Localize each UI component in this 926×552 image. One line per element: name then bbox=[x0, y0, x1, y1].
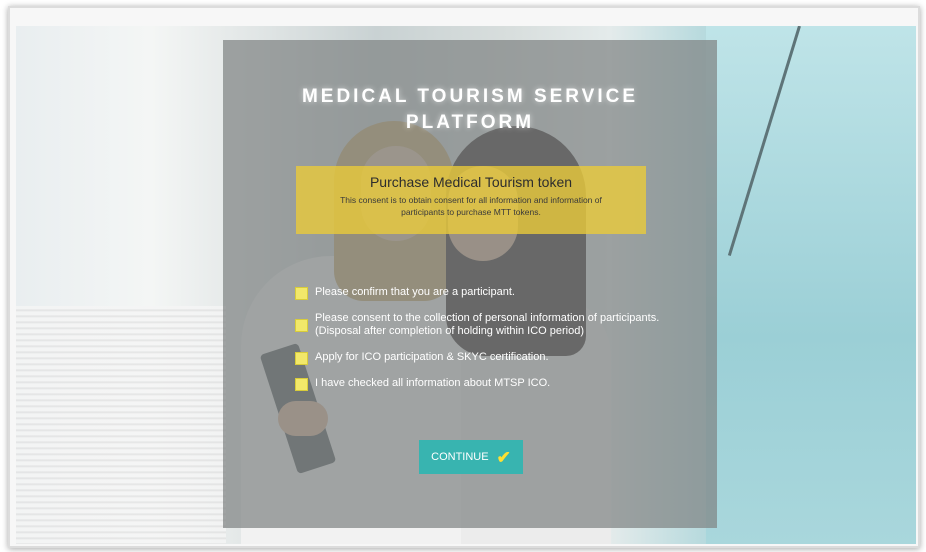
consent-checkbox[interactable] bbox=[295, 319, 308, 332]
background-photo: MEDICAL TOURISM SERVICE PLATFORM Purchas… bbox=[16, 26, 916, 544]
consent-item-personal-info[interactable]: Please consent to the collection of pers… bbox=[295, 312, 705, 338]
consent-checklist: Please confirm that you are a participan… bbox=[295, 286, 705, 403]
continue-button[interactable]: CONTINUE ✔ bbox=[419, 440, 523, 474]
consent-label: Please consent to the collection of pers… bbox=[315, 312, 660, 337]
consent-checkbox[interactable] bbox=[295, 352, 308, 365]
teal-wall bbox=[706, 26, 916, 544]
window-blinds bbox=[16, 306, 226, 544]
checkmark-icon: ✔ bbox=[496, 447, 511, 467]
consent-checkbox[interactable] bbox=[295, 287, 308, 300]
consent-label: Apply for ICO participation & SKYC certi… bbox=[315, 351, 549, 363]
consent-item-checked-info[interactable]: I have checked all information about MTS… bbox=[295, 377, 705, 391]
page-title: MEDICAL TOURISM SERVICE PLATFORM bbox=[223, 84, 717, 136]
consent-label: I have checked all information about MTS… bbox=[315, 377, 551, 389]
token-description: This consent is to obtain consent for al… bbox=[340, 195, 602, 217]
token-info-box: Purchase Medical Tourism token This cons… bbox=[296, 166, 646, 234]
title-line-2: PLATFORM bbox=[405, 112, 535, 133]
consent-checkbox[interactable] bbox=[295, 378, 308, 391]
consent-label: Please confirm that you are a participan… bbox=[315, 286, 515, 298]
consent-panel: MEDICAL TOURISM SERVICE PLATFORM Purchas… bbox=[223, 40, 717, 528]
consent-item-participant[interactable]: Please confirm that you are a participan… bbox=[295, 286, 705, 300]
token-heading: Purchase Medical Tourism token bbox=[369, 174, 573, 190]
continue-label: CONTINUE bbox=[431, 451, 489, 463]
consent-item-ico-skyc[interactable]: Apply for ICO participation & SKYC certi… bbox=[295, 351, 705, 365]
title-line-1: MEDICAL TOURISM SERVICE bbox=[301, 86, 639, 107]
